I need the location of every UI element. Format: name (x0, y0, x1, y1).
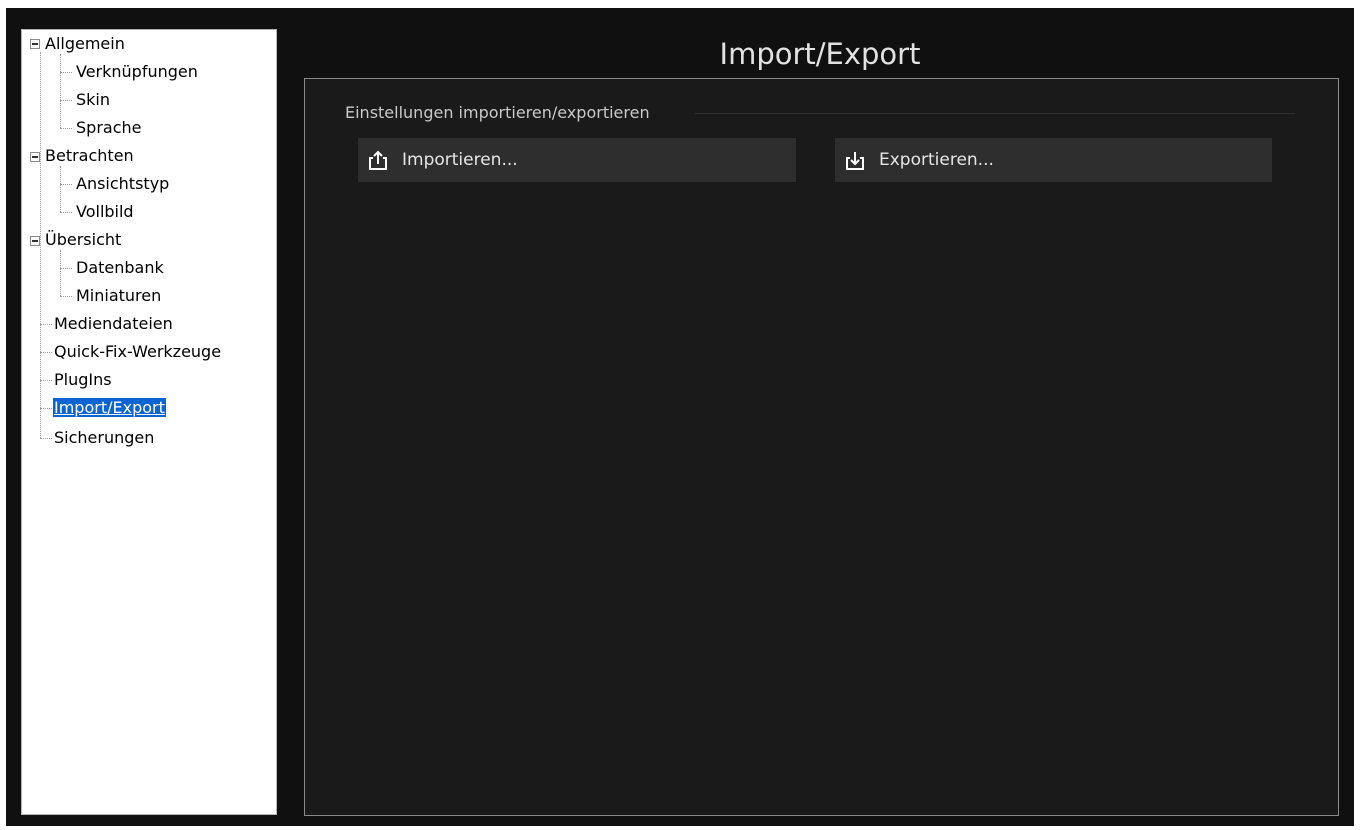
tree-connector (60, 128, 72, 129)
tree-connector (60, 166, 61, 212)
tree-item-verknuepfungen[interactable]: Verknüpfungen (75, 60, 199, 84)
tree-item-label: Vollbild (76, 202, 134, 221)
group-divider (695, 113, 1295, 114)
tree-item-allgemein[interactable]: Allgemein (44, 32, 126, 56)
tree-item-mediendateien[interactable]: Mediendateien (53, 312, 174, 336)
page-title: Import/Export (719, 37, 921, 71)
tree-item-label: Skin (76, 90, 111, 109)
tree-connector (40, 438, 52, 439)
tree-connector (60, 268, 72, 269)
tree-item-label: Mediendateien (54, 314, 173, 333)
collapse-minus-icon[interactable] (30, 39, 40, 49)
export-button[interactable]: Exportieren... (835, 138, 1272, 182)
tree-item-sprache[interactable]: Sprache (75, 116, 142, 140)
tree-connector (60, 296, 72, 297)
tree-item-label: Import/Export (52, 397, 167, 418)
collapse-minus-icon[interactable] (30, 152, 40, 162)
import-button-label: Importieren... (402, 150, 518, 170)
tree-item-quick-fix-werkzeuge[interactable]: Quick-Fix-Werkzeuge (53, 340, 222, 364)
tree-item-datenbank[interactable]: Datenbank (75, 256, 165, 280)
tree-item-label: Miniaturen (76, 286, 162, 305)
tree-item-ansichtstyp[interactable]: Ansichtstyp (75, 172, 170, 196)
tree-item-label: Allgemein (45, 34, 125, 53)
tree-connector (40, 324, 52, 325)
tree-item-label: Quick-Fix-Werkzeuge (54, 342, 222, 361)
tree-connector (60, 250, 61, 296)
tree-item-betrachten[interactable]: Betrachten (44, 144, 135, 168)
share-upload-icon (369, 150, 387, 170)
tree-connector (60, 212, 72, 213)
content-panel (304, 78, 1339, 816)
tree-item-label: Datenbank (76, 258, 164, 277)
tree-item-sicherungen[interactable]: Sicherungen (53, 426, 155, 450)
tree-item-label: Sprache (76, 118, 142, 137)
tree-item-plugins[interactable]: PlugIns (53, 368, 113, 392)
tree-item-label: Betrachten (45, 146, 134, 165)
tree-connector (60, 184, 72, 185)
tree-connector (60, 100, 72, 101)
settings-tree[interactable]: Allgemein Verknüpfungen Skin Sprache Bet… (21, 29, 277, 815)
tree-item-skin[interactable]: Skin (75, 88, 111, 112)
group-title: Einstellungen importieren/exportieren (345, 103, 650, 122)
tree-item-uebersicht[interactable]: Übersicht (44, 228, 122, 252)
tree-connector (60, 54, 61, 128)
tree-connector (40, 380, 52, 381)
tree-item-miniaturen[interactable]: Miniaturen (75, 284, 162, 308)
tree-item-label: Ansichtstyp (76, 174, 170, 193)
download-tray-icon (846, 152, 864, 170)
tree-connector (60, 72, 72, 73)
tree-item-vollbild[interactable]: Vollbild (75, 200, 135, 224)
tree-item-label: Sicherungen (54, 428, 155, 447)
tree-item-label: Verknüpfungen (76, 62, 198, 81)
tree-item-label: Übersicht (45, 230, 122, 249)
tree-item-import-export[interactable]: Import/Export (52, 396, 167, 420)
import-button[interactable]: Importieren... (358, 138, 796, 182)
collapse-minus-icon[interactable] (30, 236, 40, 246)
tree-connector (40, 408, 52, 409)
tree-connector (40, 352, 52, 353)
tree-item-label: PlugIns (54, 370, 112, 389)
export-button-label: Exportieren... (879, 150, 994, 170)
